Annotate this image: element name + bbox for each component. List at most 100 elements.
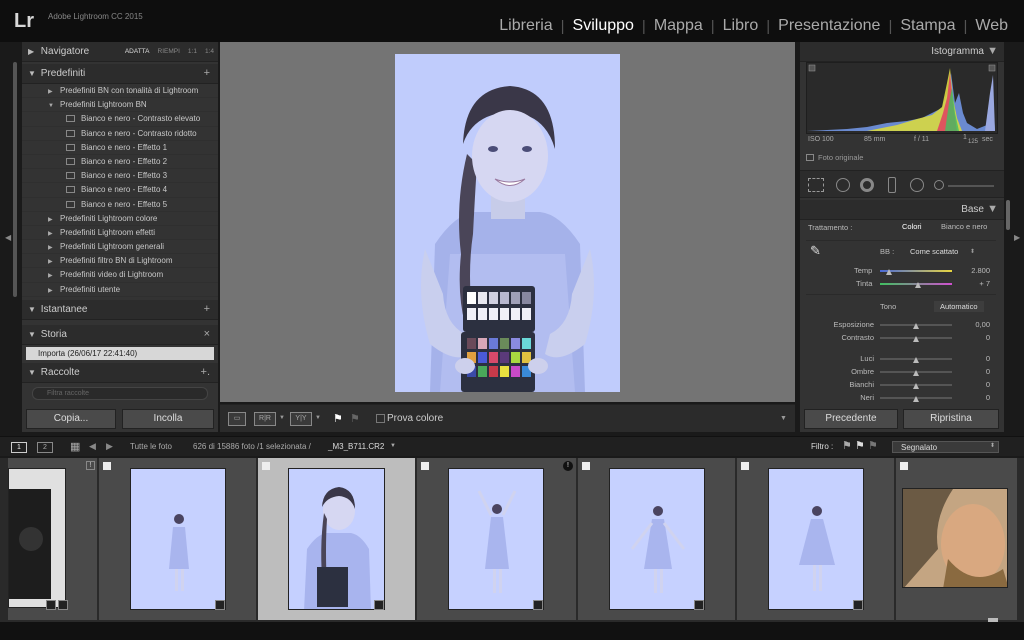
module-presentazione[interactable]: Presentazione: [770, 17, 888, 35]
brush-size-track[interactable]: [948, 185, 994, 187]
flag-icon[interactable]: [262, 462, 270, 470]
tint-knob[interactable]: [915, 282, 921, 288]
left-panel-collapse-icon[interactable]: ◀: [5, 233, 11, 242]
flag-reject-icon[interactable]: ⚑: [350, 412, 360, 425]
collections-header[interactable]: ▼ Raccolte +.: [22, 363, 218, 383]
module-stampa[interactable]: Stampa: [892, 17, 963, 35]
preset-item[interactable]: Bianco e nero - Contrasto ridotto: [22, 127, 218, 141]
dropdown-icon[interactable]: ▼: [390, 443, 396, 449]
flag-icon[interactable]: [900, 462, 908, 470]
preset-folder[interactable]: ▼ Predefiniti Lightroom BN: [22, 98, 218, 113]
thumbnail[interactable]: [768, 468, 864, 610]
graduated-filter-icon[interactable]: [888, 177, 896, 193]
histogram[interactable]: [806, 62, 998, 134]
preset-folder[interactable]: ▶ Predefiniti Lightroom effetti: [22, 226, 218, 241]
slider-knob[interactable]: [913, 323, 919, 329]
histogram-header[interactable]: Istogramma ▼: [800, 42, 1004, 62]
filename[interactable]: _M3_B711.CR2: [328, 442, 384, 451]
temp-value[interactable]: 2.800: [960, 266, 990, 275]
filmstrip-cell[interactable]: [737, 458, 895, 620]
flag-icon[interactable]: [103, 462, 111, 470]
navigator-header[interactable]: ▶ Navigatore ADATTA RIEMPI 1:1 1:4: [22, 42, 218, 62]
folder-collapsed-icon[interactable]: ▶: [48, 241, 60, 255]
filmstrip-cell[interactable]: !: [417, 458, 577, 620]
module-web[interactable]: Web: [967, 17, 1016, 35]
flag-filter-pick-icon[interactable]: ⚑: [855, 439, 865, 452]
paste-button[interactable]: Incolla: [122, 409, 214, 429]
treatment-color-option[interactable]: Colori: [902, 222, 922, 231]
crop-badge-icon[interactable]: [58, 600, 68, 610]
edit-badge-icon[interactable]: [46, 600, 56, 610]
filmstrip-cell-selected[interactable]: [258, 458, 416, 620]
tint-value[interactable]: + 7: [960, 279, 990, 288]
preset-item[interactable]: Bianco e nero - Contrasto elevato: [22, 112, 218, 127]
folder-collapsed-icon[interactable]: ▶: [48, 227, 60, 241]
slider-value[interactable]: 0: [960, 333, 990, 342]
dropdown-icon[interactable]: ▼: [279, 415, 285, 421]
flag-icon[interactable]: [741, 462, 749, 470]
right-panel-collapse-icon[interactable]: ▶: [1014, 233, 1020, 242]
thumbnail-camera[interactable]: [8, 468, 66, 608]
slider-knob[interactable]: [913, 396, 919, 402]
module-libreria[interactable]: Libreria: [491, 17, 560, 35]
slider-value[interactable]: 0: [960, 380, 990, 389]
slider-value[interactable]: 0: [960, 393, 990, 402]
folder-collapsed-icon[interactable]: ▶: [48, 255, 60, 269]
filmstrip-cell[interactable]: [578, 458, 736, 620]
auto-tone-button[interactable]: Automatico: [934, 301, 984, 312]
temp-knob[interactable]: [886, 269, 892, 275]
preset-folder[interactable]: ▶ Predefiniti video di Lightroom: [22, 268, 218, 283]
thumbnail-selected[interactable]: [288, 468, 385, 610]
preset-item[interactable]: Bianco e nero - Effetto 5: [22, 198, 218, 212]
edit-badge-icon[interactable]: [533, 600, 543, 610]
spot-removal-icon[interactable]: [836, 178, 850, 192]
toolbar-menu-icon[interactable]: ▼: [780, 415, 787, 422]
zoom-fit[interactable]: ADATTA: [125, 48, 150, 55]
thumbnail[interactable]: [609, 468, 705, 610]
folder-expanded-icon[interactable]: ▼: [48, 99, 60, 113]
before-after-lr-button[interactable]: R|R: [254, 412, 276, 426]
module-mappa[interactable]: Mappa: [646, 17, 711, 35]
slider-value[interactable]: 0: [960, 354, 990, 363]
add-snapshot-icon[interactable]: +: [204, 303, 210, 315]
zoom-fill[interactable]: RIEMPI: [158, 48, 180, 55]
wb-eyedropper-icon[interactable]: ✎: [810, 243, 821, 259]
flag-filter-icon[interactable]: ⚑: [842, 439, 852, 452]
soft-proof-checkbox[interactable]: [376, 414, 385, 423]
before-after-tb-button[interactable]: Y|Y: [290, 412, 312, 426]
dropdown-icon[interactable]: ⬍: [990, 442, 995, 449]
preset-item[interactable]: Bianco e nero - Effetto 3: [22, 169, 218, 184]
previous-button[interactable]: Precedente: [804, 409, 898, 429]
preset-item[interactable]: Bianco e nero - Effetto 2: [22, 155, 218, 170]
module-sviluppo[interactable]: Sviluppo: [565, 17, 642, 35]
thumbnail[interactable]: [448, 468, 544, 610]
flag-filter-reject-icon[interactable]: ⚑: [868, 439, 878, 452]
filmstrip-cell[interactable]: !: [8, 458, 98, 620]
slider-knob[interactable]: [913, 357, 919, 363]
loupe-view-icon[interactable]: ▭: [228, 412, 246, 426]
slider-value[interactable]: 0: [960, 367, 990, 376]
treatment-bw-option[interactable]: Bianco e nero: [941, 222, 987, 231]
thumbnail[interactable]: [130, 468, 226, 610]
slider-knob[interactable]: [913, 383, 919, 389]
flag-icon[interactable]: [421, 462, 429, 470]
slider-knob[interactable]: [913, 370, 919, 376]
filmstrip-cell[interactable]: [99, 458, 257, 620]
preset-folder[interactable]: ▶ Predefiniti utente: [22, 283, 218, 297]
add-collection-icon[interactable]: +.: [201, 366, 210, 378]
module-libro[interactable]: Libro: [715, 17, 767, 35]
thumbnail-portrait[interactable]: [902, 488, 1008, 588]
preset-folder[interactable]: ▶ Predefiniti Lightroom generali: [22, 240, 218, 255]
red-eye-icon[interactable]: [860, 178, 874, 192]
dropdown-icon[interactable]: ⬍: [970, 248, 975, 255]
filmstrip-cell[interactable]: [896, 458, 1018, 622]
preset-folder[interactable]: ▶ Predefiniti Lightroom colore: [22, 212, 218, 226]
secondary-window-button[interactable]: 2: [37, 442, 53, 453]
dropdown-icon[interactable]: ▼: [315, 415, 321, 421]
left-scrollbar[interactable]: [13, 62, 17, 297]
wb-preset-dropdown[interactable]: Come scattato: [910, 247, 958, 256]
zoom-1-1[interactable]: 1:1: [188, 48, 197, 55]
clear-history-icon[interactable]: ×: [204, 328, 210, 340]
slider-knob[interactable]: [913, 336, 919, 342]
reset-button[interactable]: Ripristina: [903, 409, 999, 429]
